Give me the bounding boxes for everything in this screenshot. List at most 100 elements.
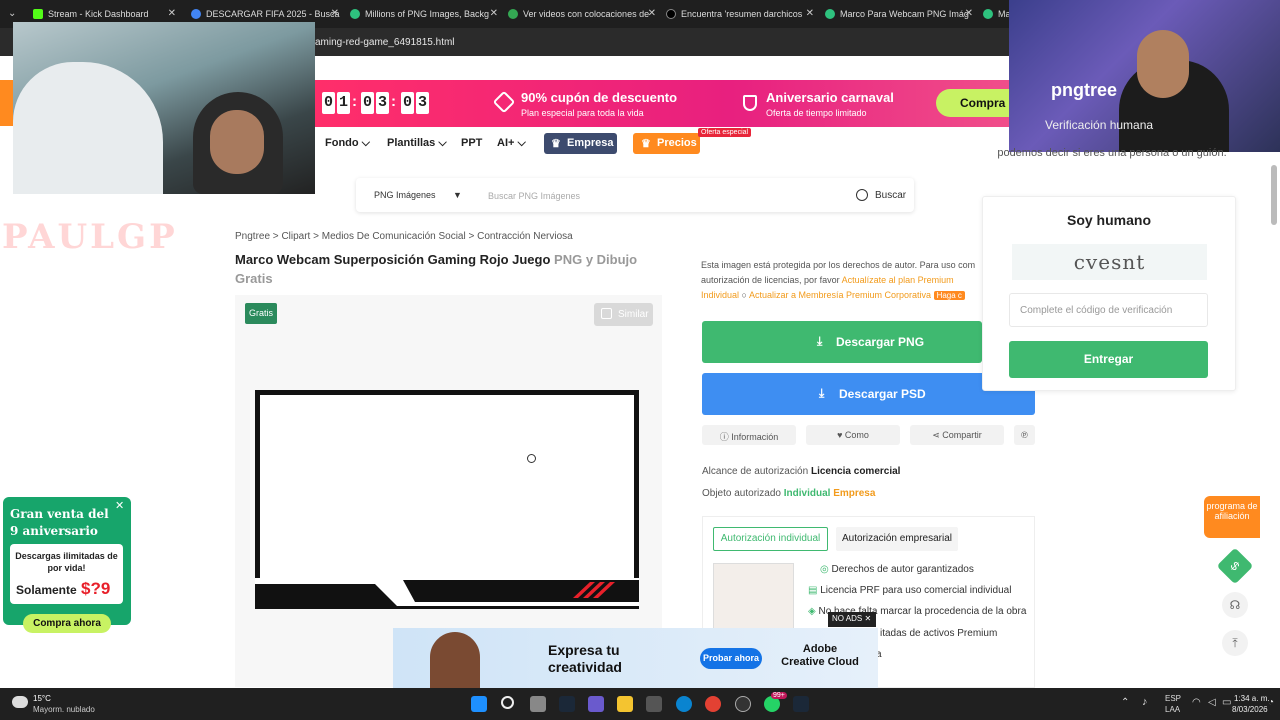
windows-start-icon[interactable] — [471, 696, 487, 712]
edge-icon[interactable] — [676, 696, 692, 712]
tab-title: Ver videos con colocaciones de — [523, 9, 650, 19]
search-input[interactable]: Buscar PNG Imágenes — [488, 191, 580, 201]
ad-cta-button[interactable]: Probar ahora — [700, 648, 762, 669]
url-text[interactable]: aming-red-game_6491815.html — [315, 37, 455, 48]
close-icon[interactable]: ✕ — [864, 614, 871, 623]
caret-down-icon[interactable]: ▼ — [453, 190, 462, 200]
chrome-icon[interactable] — [705, 696, 721, 712]
heart-icon: ♥ — [837, 430, 843, 440]
task-view-icon[interactable] — [530, 696, 546, 712]
info-button[interactable]: ⓘ Información — [702, 425, 796, 445]
tab-list-icon[interactable]: ⌄ — [8, 8, 16, 19]
search-button[interactable]: Buscar — [875, 190, 906, 201]
google-icon — [191, 9, 201, 19]
breadcrumb-link[interactable]: Medios De Comunicación Social — [322, 231, 466, 242]
precios-label: Precios — [657, 137, 697, 149]
back-to-top-icon[interactable]: ⤒ — [1222, 630, 1248, 656]
browser-tab[interactable]: Millions of PNG Images, Backg ✕ — [350, 4, 500, 24]
search-icon[interactable] — [501, 696, 514, 709]
premium-corporate-link[interactable]: Actualizar a Membresía Premium Corporati… — [749, 290, 931, 300]
browser-tab-active[interactable]: Ma — [983, 4, 1009, 24]
clock-time[interactable]: 1:34 a. m. — [1234, 694, 1270, 703]
pngtree-icon — [825, 9, 835, 19]
tab-enterprise-authorization[interactable]: Autorización empresarial — [836, 527, 958, 551]
scrollbar-thumb[interactable] — [1271, 165, 1277, 225]
like-label: Como — [844, 430, 869, 440]
browser-tab[interactable]: Stream - Kick Dashboard ✕ — [33, 4, 178, 24]
nav-fondo[interactable]: Fondo ⌵ — [325, 137, 370, 150]
captcha-image: cvesnt — [1012, 244, 1207, 280]
file-explorer-icon[interactable] — [617, 696, 633, 712]
nav-plantillas[interactable]: Plantillas ⌵ — [387, 137, 447, 150]
search-icon[interactable] — [856, 189, 868, 201]
battery-icon[interactable]: ▭ — [1222, 697, 1231, 708]
nav-ai[interactable]: AI+ ⌵ — [497, 137, 526, 150]
no-ads-button[interactable]: NO ADS ✕ — [828, 612, 876, 627]
verification-code-input[interactable]: Complete el código de verificación — [1009, 293, 1208, 327]
breadcrumb-link[interactable]: Pngtree — [235, 231, 270, 242]
like-button[interactable]: ♥ Como — [806, 425, 900, 445]
weather-temp[interactable]: 15°C — [33, 694, 51, 703]
browser-tab[interactable]: Marco Para Webcam PNG Imág ✕ — [825, 4, 975, 24]
nav-label: Fondo — [325, 137, 359, 149]
clock-date[interactable]: 8/03/2026 — [1232, 705, 1268, 714]
close-tab-icon[interactable]: ✕ — [168, 8, 176, 19]
empresa-label: Empresa — [567, 137, 614, 149]
steam-icon[interactable] — [559, 696, 575, 712]
notifications-icon[interactable]: ◔ — [1268, 697, 1274, 708]
copyright-notice: Esta imagen está protegida por los derec… — [701, 258, 991, 303]
submit-captcha-button[interactable]: Entregar — [1009, 341, 1208, 378]
close-tab-icon[interactable]: ✕ — [490, 8, 498, 19]
similar-button[interactable]: Similar — [594, 303, 653, 326]
input-language-variant[interactable]: LAA — [1165, 705, 1180, 714]
steam-icon[interactable] — [793, 696, 809, 712]
browser-tab[interactable]: Encuentra 'resumen darchicos ✕ — [666, 4, 816, 24]
money-icon[interactable]: $ — [1216, 547, 1254, 585]
browser-tab[interactable]: DESCARGAR FIFA 2025 - Busca ✕ — [191, 4, 341, 24]
support-icon[interactable]: ☊ — [1222, 592, 1248, 618]
nav-ppt[interactable]: PPT — [461, 137, 482, 149]
empresa-button[interactable]: ♛ Empresa — [544, 133, 617, 154]
tab-title: Encuentra 'resumen darchicos — [681, 9, 803, 19]
timer-digit: 3 — [416, 92, 429, 114]
download-png-button[interactable]: ⤓ Descargar PNG — [702, 321, 982, 363]
volume-icon[interactable]: ◁ — [1208, 697, 1216, 708]
document-icon: ▤ — [808, 585, 818, 596]
scope-label: Alcance de autorización — [702, 466, 809, 477]
ad-model-image — [430, 632, 480, 688]
close-tab-icon[interactable]: ✕ — [806, 8, 814, 19]
haga-badge[interactable]: Haga c — [933, 291, 965, 300]
tab-individual-authorization[interactable]: Autorización individual — [713, 527, 828, 551]
affiliate-program-button[interactable]: programa de afiliación — [1204, 496, 1260, 538]
coupon-subtitle: Plan especial para toda la vida — [521, 108, 644, 118]
coupon-title: 90% cupón de descuento — [521, 90, 678, 105]
chevron-up-icon[interactable]: ⌃ — [1121, 697, 1129, 708]
copyright-line: autorización de licencias, por favor — [701, 275, 840, 285]
app-icon[interactable] — [588, 696, 604, 712]
sale-buy-button[interactable]: Compra ahora — [23, 614, 111, 633]
browser-tab[interactable]: Ver videos con colocaciones de ✕ — [508, 4, 658, 24]
timer-digit: 0 — [401, 92, 414, 114]
close-tab-icon[interactable]: ✕ — [648, 8, 656, 19]
kick-icon — [33, 9, 43, 19]
store-icon[interactable] — [646, 696, 662, 712]
microphone-icon[interactable]: ♪ — [1142, 696, 1148, 708]
weather-desc[interactable]: Mayorm. nublado — [33, 705, 95, 714]
close-tab-icon[interactable]: ✕ — [331, 8, 339, 19]
obs-icon[interactable] — [735, 696, 751, 712]
close-tab-icon[interactable]: ✕ — [965, 8, 973, 19]
timer-separator: : — [391, 93, 396, 110]
ad-headline: Expresa tu creatividad — [548, 642, 622, 676]
breadcrumb-link[interactable]: Contracción Nerviosa — [477, 231, 573, 242]
share-button[interactable]: ⋖ Compartir — [910, 425, 1004, 445]
category-label: PNG Imágenes — [374, 190, 436, 200]
weather-cloud-icon[interactable] — [12, 696, 28, 708]
search-category-select[interactable]: PNG Imágenes — [374, 190, 436, 200]
ad-headline-line: Expresa tu — [548, 642, 620, 658]
anniversary-subtitle: Oferta de tiempo limitado — [766, 108, 867, 118]
breadcrumb-link[interactable]: Clipart — [281, 231, 310, 242]
input-language[interactable]: ESP — [1165, 694, 1181, 703]
wifi-icon[interactable]: ◠ — [1192, 697, 1201, 708]
pinterest-icon[interactable]: ℗ — [1014, 425, 1035, 445]
precios-button[interactable]: ♛ Precios — [633, 133, 700, 154]
